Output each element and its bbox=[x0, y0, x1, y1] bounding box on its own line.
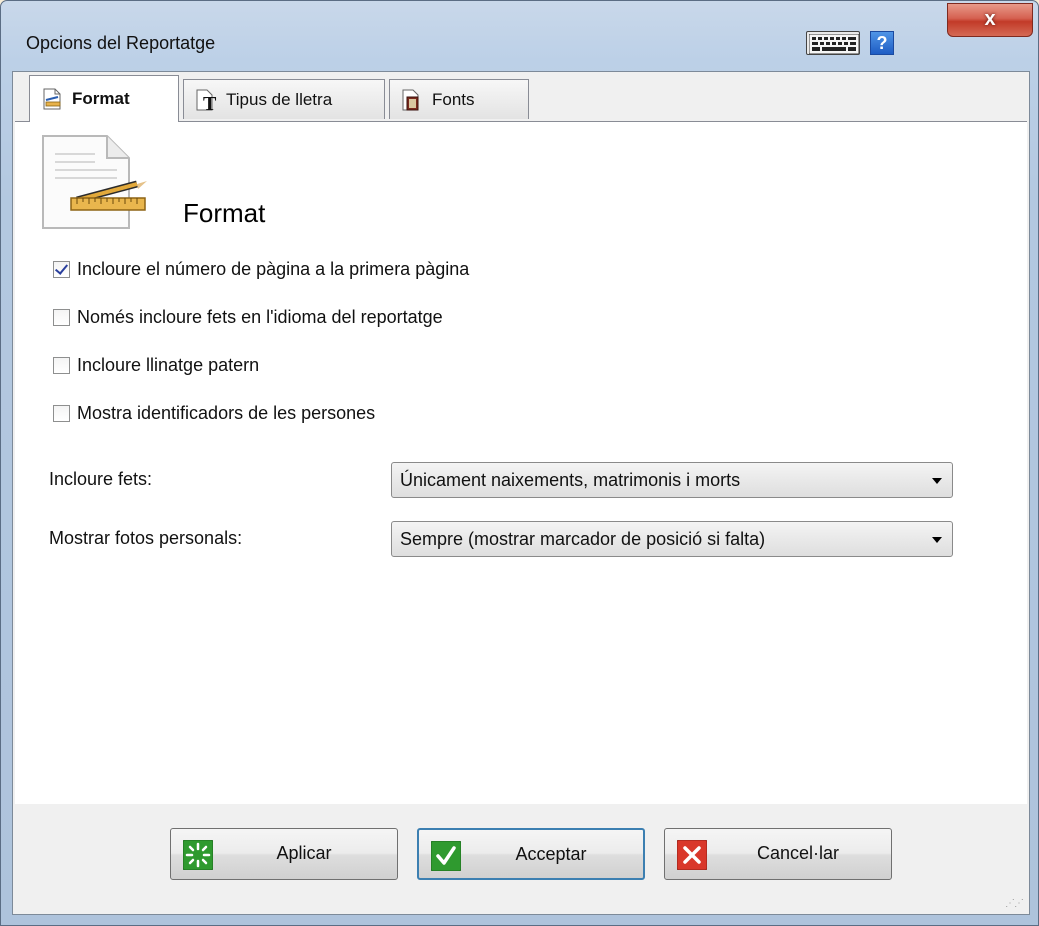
show-photos-select[interactable]: Sempre (mostrar marcador de posició si f… bbox=[391, 521, 953, 557]
show-photos-value: Sempre (mostrar marcador de posició si f… bbox=[400, 529, 766, 549]
checkbox-paternal-lineage[interactable]: Incloure llinatge patern bbox=[53, 355, 259, 376]
resize-grip-icon[interactable]: ⋰⋰ bbox=[1005, 898, 1024, 909]
format-panel: Format Incloure el número de pàgina a la… bbox=[15, 121, 1027, 804]
accept-check-icon bbox=[430, 840, 462, 872]
tab-font-label: Tipus de lletra bbox=[226, 89, 333, 109]
include-events-value: Únicament naixements, matrimonis i morts bbox=[400, 470, 741, 490]
dialog-window: Opcions del Reportatge ? x Format T Tipu… bbox=[0, 0, 1039, 926]
panel-title: Format bbox=[183, 198, 266, 228]
sources-book-icon bbox=[400, 88, 424, 112]
checkbox-only-report-language[interactable]: Només incloure fets en l'idioma del repo… bbox=[53, 307, 443, 328]
checkbox-label: Incloure el número de pàgina a la primer… bbox=[77, 259, 470, 279]
include-events-select[interactable]: Únicament naixements, matrimonis i morts bbox=[391, 462, 953, 498]
dialog-client: Format T Tipus de lletra Fonts Format In… bbox=[12, 71, 1030, 915]
page-setup-icon bbox=[40, 87, 64, 111]
accept-button[interactable]: Acceptar bbox=[417, 828, 645, 880]
checkbox-page-number-first-page[interactable]: Incloure el número de pàgina a la primer… bbox=[53, 259, 469, 280]
checkbox-label: Només incloure fets en l'idioma del repo… bbox=[77, 307, 443, 327]
tab-format[interactable]: Format bbox=[29, 75, 179, 122]
title-bar[interactable]: Opcions del Reportatge ? x bbox=[1, 1, 1038, 81]
checkbox-box[interactable] bbox=[53, 261, 70, 278]
cancel-x-icon bbox=[676, 839, 708, 871]
cancel-label: Cancel·lar bbox=[756, 843, 840, 863]
dropdown-arrow-icon bbox=[932, 478, 942, 484]
window-title: Opcions del Reportatge bbox=[26, 33, 216, 53]
page-format-icon bbox=[37, 132, 149, 237]
tab-sources-label: Fonts bbox=[432, 89, 475, 109]
tab-strip: Format T Tipus de lletra Fonts bbox=[13, 72, 1029, 122]
dropdown-arrow-icon bbox=[932, 537, 942, 543]
show-photos-label: Mostrar fotos personals: bbox=[49, 528, 243, 548]
button-bar: Aplicar Acceptar Cancel·lar ⋰⋰ bbox=[15, 804, 1027, 912]
help-button[interactable]: ? bbox=[870, 31, 894, 55]
checkbox-label: Mostra identificadors de les persones bbox=[77, 403, 376, 423]
checkbox-person-identifiers[interactable]: Mostra identificadors de les persones bbox=[53, 403, 375, 424]
close-button[interactable]: x bbox=[947, 3, 1033, 37]
font-icon: T bbox=[194, 88, 218, 115]
keyboard-icon[interactable] bbox=[806, 31, 860, 55]
tab-font[interactable]: T Tipus de lletra bbox=[183, 79, 385, 119]
include-events-label: Incloure fets: bbox=[49, 469, 153, 489]
checkbox-box[interactable] bbox=[53, 357, 70, 374]
tab-format-label: Format bbox=[72, 89, 130, 108]
svg-text:T: T bbox=[203, 93, 217, 112]
tab-sources[interactable]: Fonts bbox=[389, 79, 529, 119]
apply-label: Aplicar bbox=[276, 843, 332, 863]
checkbox-box[interactable] bbox=[53, 405, 70, 422]
checkbox-label: Incloure llinatge patern bbox=[77, 355, 260, 375]
apply-icon bbox=[182, 839, 214, 871]
cancel-button[interactable]: Cancel·lar bbox=[664, 828, 892, 880]
accept-label: Acceptar bbox=[515, 844, 587, 864]
apply-button[interactable]: Aplicar bbox=[170, 828, 398, 880]
checkbox-box[interactable] bbox=[53, 309, 70, 326]
